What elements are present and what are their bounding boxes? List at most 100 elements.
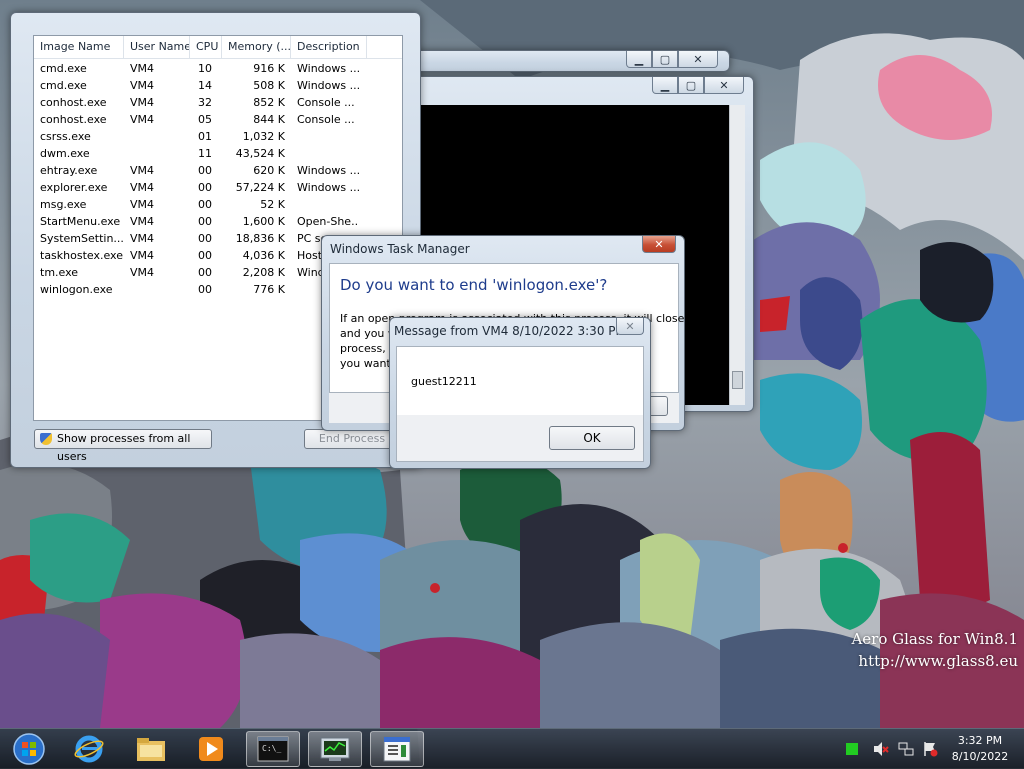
scroll-thumb[interactable] — [732, 371, 743, 389]
cell-cpu: 01 — [198, 130, 212, 143]
end-process-button[interactable]: End Process — [304, 429, 400, 449]
show-all-users-button[interactable]: Show processes from all users — [34, 429, 212, 463]
end-process-label: End Process — [318, 432, 386, 445]
minimize-icon[interactable]: ▁ — [652, 77, 678, 94]
column-header-1[interactable]: User Name — [124, 36, 190, 58]
dialog-title: Windows Task Manager — [330, 242, 470, 256]
cell-mem: 916 K — [253, 62, 285, 75]
cell-name: conhost.exe — [40, 96, 107, 109]
column-header-0[interactable]: Image Name — [34, 36, 124, 58]
dialog-heading: Do you want to end 'winlogon.exe'? — [340, 276, 608, 294]
cell-cpu: 10 — [198, 62, 212, 75]
cell-user: VM4 — [130, 181, 155, 194]
console-caption-buttons: ▁ ▢ ✕ — [652, 77, 744, 95]
cell-cpu: 05 — [198, 113, 212, 126]
cell-mem: 844 K — [253, 113, 285, 126]
cell-mem: 18,836 K — [235, 232, 285, 245]
ok-button[interactable]: OK — [549, 426, 635, 450]
cell-mem: 508 K — [253, 79, 285, 92]
svg-text:C:\_: C:\_ — [262, 744, 281, 753]
table-row[interactable]: cmd.exe VM4 14 508 K Windows ... — [34, 77, 402, 94]
show-all-users-label: Show processes from all users — [57, 432, 191, 463]
close-icon[interactable]: ✕ — [678, 51, 718, 68]
process-list-header: Image Name User Name CPU Memory (... Descrip… — [34, 36, 402, 59]
cell-cpu: 00 — [198, 249, 212, 262]
cell-mem: 57,224 K — [235, 181, 285, 194]
cell-mem: 2,208 K — [242, 266, 285, 279]
clock[interactable]: 3:32 PM 8/10/2022 — [950, 733, 1010, 765]
message-window-icon[interactable] — [370, 731, 424, 767]
cell-name: cmd.exe — [40, 62, 87, 75]
cell-name: SystemSettin... — [40, 232, 124, 245]
speaker-muted-icon[interactable] — [873, 741, 889, 757]
dialog-body-line-4: you want — [340, 357, 391, 370]
table-row[interactable]: dwm.exe 11 43,524 K — [34, 145, 402, 162]
column-header-3[interactable]: Memory (... — [222, 36, 291, 58]
table-row[interactable]: explorer.exe VM4 00 57,224 K Windows ... — [34, 179, 402, 196]
table-row[interactable]: cmd.exe VM4 10 916 K Windows ... — [34, 60, 402, 77]
cell-user: VM4 — [130, 96, 155, 109]
dialog-body-line-3: process, i — [340, 342, 393, 355]
console-window-back[interactable]: ▁ ▢ ✕ — [412, 50, 730, 72]
table-row[interactable]: conhost.exe VM4 05 844 K Console ... — [34, 111, 402, 128]
action-center-flag-icon[interactable] — [922, 741, 938, 757]
cell-mem: 52 K — [260, 198, 285, 211]
cell-name: cmd.exe — [40, 79, 87, 92]
green-status-icon[interactable] — [846, 743, 858, 755]
cell-mem: 852 K — [253, 96, 285, 109]
cell-desc: Windows ... — [297, 62, 359, 75]
dialog-caption-buttons: ✕ — [642, 236, 676, 254]
task-manager-icon[interactable] — [308, 731, 362, 767]
table-row[interactable]: conhost.exe VM4 32 852 K Console ... — [34, 94, 402, 111]
cell-cpu: 00 — [198, 232, 212, 245]
clock-date: 8/10/2022 — [951, 750, 1009, 763]
table-row[interactable]: csrss.exe 01 1,032 K — [34, 128, 402, 145]
ok-label: OK — [583, 431, 601, 445]
cell-cpu: 00 — [198, 283, 212, 296]
cell-mem: 1,032 K — [242, 130, 285, 143]
cell-mem: 620 K — [253, 164, 285, 177]
cell-user: VM4 — [130, 198, 155, 211]
maximize-icon[interactable]: ▢ — [678, 77, 704, 94]
close-icon[interactable]: ✕ — [704, 77, 744, 94]
message-body: guest12211 OK — [396, 346, 644, 462]
table-row[interactable]: msg.exe VM4 00 52 K — [34, 196, 402, 213]
cell-mem: 1,600 K — [242, 215, 285, 228]
cell-user: VM4 — [130, 113, 155, 126]
cell-desc: Console ... — [297, 96, 355, 109]
cell-desc: Windows ... — [297, 79, 359, 92]
cell-name: conhost.exe — [40, 113, 107, 126]
minimize-icon[interactable]: ▁ — [626, 51, 652, 68]
start-orb-icon[interactable] — [2, 731, 56, 767]
media-player-icon[interactable] — [184, 731, 238, 767]
table-row[interactable]: ehtray.exe VM4 00 620 K Windows ... — [34, 162, 402, 179]
cell-name: tm.exe — [40, 266, 79, 279]
message-dialog[interactable]: Message from VM4 8/10/2022 3:30 PM ✕ gue… — [389, 317, 651, 469]
internet-explorer-icon[interactable] — [62, 731, 116, 767]
cell-cpu: 00 — [198, 215, 212, 228]
close-icon[interactable]: ✕ — [642, 236, 676, 253]
maximize-icon[interactable]: ▢ — [652, 51, 678, 68]
table-row[interactable]: StartMenu.exe VM4 00 1,600 K Open-She... — [34, 213, 402, 230]
cell-desc: Console ... — [297, 113, 355, 126]
cell-name: dwm.exe — [40, 147, 90, 160]
network-icon[interactable] — [898, 741, 914, 757]
taskbar: C:\_ 3:32 PM 8/10/2022 — [0, 728, 1024, 769]
cell-user: VM4 — [130, 232, 155, 245]
column-header-2[interactable]: CPU — [190, 36, 222, 58]
command-prompt-icon[interactable]: C:\_ — [246, 731, 300, 767]
message-caption-buttons: ✕ — [616, 318, 644, 336]
cell-user: VM4 — [130, 266, 155, 279]
cell-desc: Open-She... — [297, 215, 359, 228]
cell-cpu: 11 — [198, 147, 212, 160]
cell-user: VM4 — [130, 79, 155, 92]
clock-time: 3:32 PM — [957, 734, 1003, 747]
file-explorer-icon[interactable] — [124, 731, 178, 767]
console-scrollbar[interactable] — [729, 105, 745, 405]
cell-user: VM4 — [130, 215, 155, 228]
cell-cpu: 00 — [198, 266, 212, 279]
close-icon[interactable]: ✕ — [616, 318, 644, 335]
end-process-confirm-button[interactable] — [648, 396, 668, 416]
cell-name: csrss.exe — [40, 130, 91, 143]
column-header-4[interactable]: Description — [291, 36, 367, 58]
